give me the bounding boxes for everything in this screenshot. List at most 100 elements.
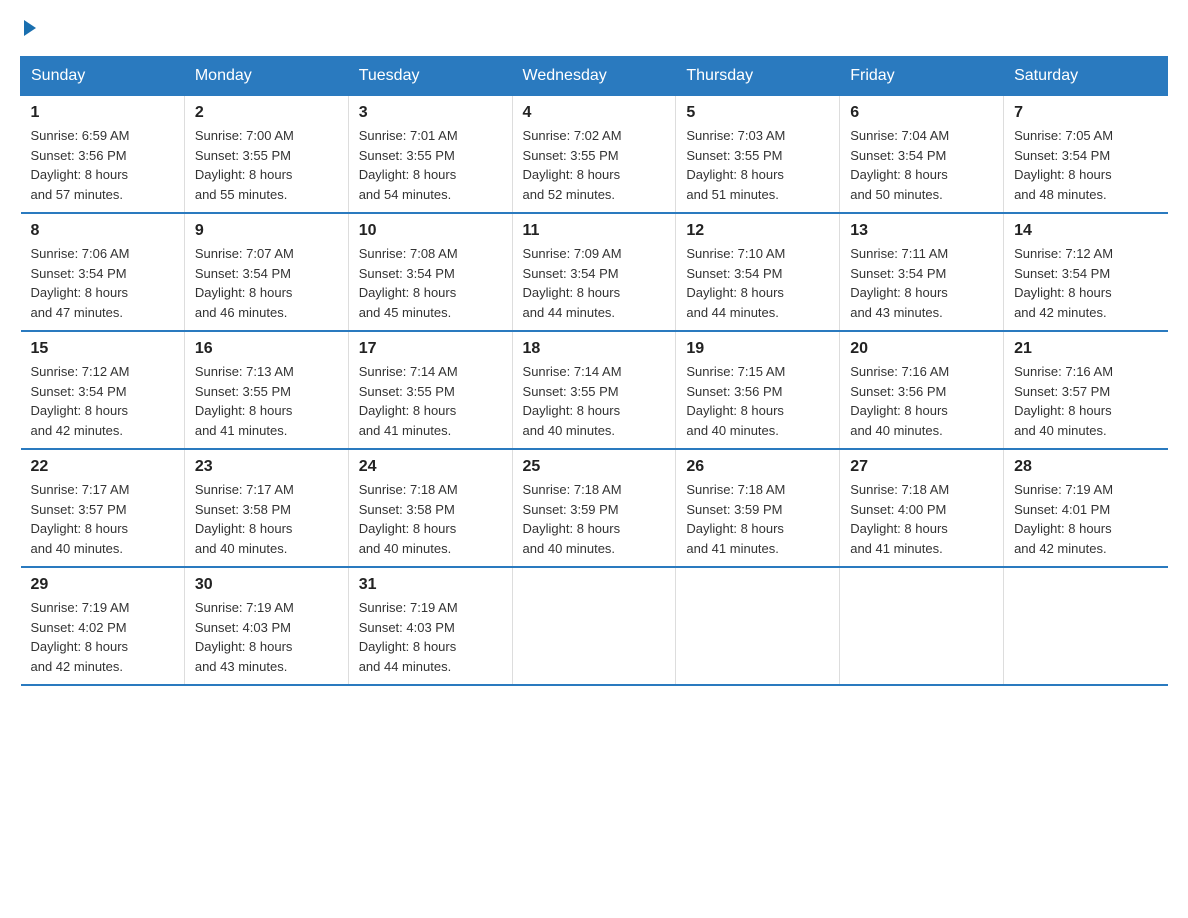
day-cell: 13 Sunrise: 7:11 AM Sunset: 3:54 PM Dayl…	[840, 213, 1004, 331]
day-cell: 18 Sunrise: 7:14 AM Sunset: 3:55 PM Dayl…	[512, 331, 676, 449]
day-cell	[840, 567, 1004, 685]
day-cell: 10 Sunrise: 7:08 AM Sunset: 3:54 PM Dayl…	[348, 213, 512, 331]
day-cell: 23 Sunrise: 7:17 AM Sunset: 3:58 PM Dayl…	[184, 449, 348, 567]
week-row-4: 22 Sunrise: 7:17 AM Sunset: 3:57 PM Dayl…	[21, 449, 1168, 567]
header-thursday: Thursday	[676, 57, 840, 96]
header-saturday: Saturday	[1004, 57, 1168, 96]
day-cell: 25 Sunrise: 7:18 AM Sunset: 3:59 PM Dayl…	[512, 449, 676, 567]
day-cell: 28 Sunrise: 7:19 AM Sunset: 4:01 PM Dayl…	[1004, 449, 1168, 567]
day-cell: 7 Sunrise: 7:05 AM Sunset: 3:54 PM Dayli…	[1004, 96, 1168, 214]
day-number: 5	[686, 104, 829, 122]
header-wednesday: Wednesday	[512, 57, 676, 96]
day-cell: 31 Sunrise: 7:19 AM Sunset: 4:03 PM Dayl…	[348, 567, 512, 685]
day-info: Sunrise: 7:17 AM Sunset: 3:58 PM Dayligh…	[195, 480, 338, 558]
day-info: Sunrise: 7:16 AM Sunset: 3:57 PM Dayligh…	[1014, 362, 1157, 440]
header-tuesday: Tuesday	[348, 57, 512, 96]
day-cell: 27 Sunrise: 7:18 AM Sunset: 4:00 PM Dayl…	[840, 449, 1004, 567]
day-cell: 17 Sunrise: 7:14 AM Sunset: 3:55 PM Dayl…	[348, 331, 512, 449]
day-info: Sunrise: 7:18 AM Sunset: 3:59 PM Dayligh…	[523, 480, 666, 558]
day-cell: 30 Sunrise: 7:19 AM Sunset: 4:03 PM Dayl…	[184, 567, 348, 685]
day-cell	[512, 567, 676, 685]
day-info: Sunrise: 7:12 AM Sunset: 3:54 PM Dayligh…	[1014, 244, 1157, 322]
day-cell: 16 Sunrise: 7:13 AM Sunset: 3:55 PM Dayl…	[184, 331, 348, 449]
header-monday: Monday	[184, 57, 348, 96]
day-cell: 1 Sunrise: 6:59 AM Sunset: 3:56 PM Dayli…	[21, 96, 185, 214]
logo-blue-text	[20, 20, 36, 36]
day-info: Sunrise: 7:16 AM Sunset: 3:56 PM Dayligh…	[850, 362, 993, 440]
day-info: Sunrise: 7:19 AM Sunset: 4:03 PM Dayligh…	[359, 598, 502, 676]
day-number: 26	[686, 458, 829, 476]
day-number: 12	[686, 222, 829, 240]
logo-arrow-icon	[24, 20, 36, 36]
day-number: 14	[1014, 222, 1157, 240]
day-cell: 11 Sunrise: 7:09 AM Sunset: 3:54 PM Dayl…	[512, 213, 676, 331]
day-cell: 20 Sunrise: 7:16 AM Sunset: 3:56 PM Dayl…	[840, 331, 1004, 449]
logo	[20, 20, 36, 36]
day-number: 6	[850, 104, 993, 122]
day-info: Sunrise: 7:04 AM Sunset: 3:54 PM Dayligh…	[850, 126, 993, 204]
day-cell: 26 Sunrise: 7:18 AM Sunset: 3:59 PM Dayl…	[676, 449, 840, 567]
day-info: Sunrise: 7:18 AM Sunset: 4:00 PM Dayligh…	[850, 480, 993, 558]
day-info: Sunrise: 7:18 AM Sunset: 3:59 PM Dayligh…	[686, 480, 829, 558]
day-number: 10	[359, 222, 502, 240]
day-number: 11	[523, 222, 666, 240]
day-info: Sunrise: 7:08 AM Sunset: 3:54 PM Dayligh…	[359, 244, 502, 322]
day-info: Sunrise: 7:09 AM Sunset: 3:54 PM Dayligh…	[523, 244, 666, 322]
week-row-1: 1 Sunrise: 6:59 AM Sunset: 3:56 PM Dayli…	[21, 96, 1168, 214]
day-info: Sunrise: 7:10 AM Sunset: 3:54 PM Dayligh…	[686, 244, 829, 322]
day-number: 17	[359, 340, 502, 358]
day-info: Sunrise: 7:06 AM Sunset: 3:54 PM Dayligh…	[31, 244, 174, 322]
day-info: Sunrise: 7:00 AM Sunset: 3:55 PM Dayligh…	[195, 126, 338, 204]
day-info: Sunrise: 7:03 AM Sunset: 3:55 PM Dayligh…	[686, 126, 829, 204]
day-info: Sunrise: 7:19 AM Sunset: 4:03 PM Dayligh…	[195, 598, 338, 676]
day-number: 4	[523, 104, 666, 122]
header-friday: Friday	[840, 57, 1004, 96]
page-header	[20, 20, 1168, 36]
day-number: 22	[31, 458, 174, 476]
day-number: 3	[359, 104, 502, 122]
day-number: 1	[31, 104, 174, 122]
day-info: Sunrise: 6:59 AM Sunset: 3:56 PM Dayligh…	[31, 126, 174, 204]
day-info: Sunrise: 7:01 AM Sunset: 3:55 PM Dayligh…	[359, 126, 502, 204]
day-cell	[1004, 567, 1168, 685]
day-number: 18	[523, 340, 666, 358]
day-info: Sunrise: 7:02 AM Sunset: 3:55 PM Dayligh…	[523, 126, 666, 204]
day-number: 25	[523, 458, 666, 476]
day-cell: 22 Sunrise: 7:17 AM Sunset: 3:57 PM Dayl…	[21, 449, 185, 567]
day-info: Sunrise: 7:14 AM Sunset: 3:55 PM Dayligh…	[523, 362, 666, 440]
day-number: 16	[195, 340, 338, 358]
day-number: 15	[31, 340, 174, 358]
day-number: 20	[850, 340, 993, 358]
day-number: 21	[1014, 340, 1157, 358]
day-cell: 4 Sunrise: 7:02 AM Sunset: 3:55 PM Dayli…	[512, 96, 676, 214]
day-number: 28	[1014, 458, 1157, 476]
day-number: 7	[1014, 104, 1157, 122]
day-info: Sunrise: 7:11 AM Sunset: 3:54 PM Dayligh…	[850, 244, 993, 322]
day-number: 24	[359, 458, 502, 476]
day-number: 27	[850, 458, 993, 476]
day-info: Sunrise: 7:19 AM Sunset: 4:02 PM Dayligh…	[31, 598, 174, 676]
day-number: 29	[31, 576, 174, 594]
day-cell	[676, 567, 840, 685]
day-cell: 19 Sunrise: 7:15 AM Sunset: 3:56 PM Dayl…	[676, 331, 840, 449]
calendar-header-row: SundayMondayTuesdayWednesdayThursdayFrid…	[21, 57, 1168, 96]
day-cell: 14 Sunrise: 7:12 AM Sunset: 3:54 PM Dayl…	[1004, 213, 1168, 331]
day-info: Sunrise: 7:14 AM Sunset: 3:55 PM Dayligh…	[359, 362, 502, 440]
day-number: 19	[686, 340, 829, 358]
day-cell: 12 Sunrise: 7:10 AM Sunset: 3:54 PM Dayl…	[676, 213, 840, 331]
week-row-3: 15 Sunrise: 7:12 AM Sunset: 3:54 PM Dayl…	[21, 331, 1168, 449]
day-number: 31	[359, 576, 502, 594]
day-info: Sunrise: 7:18 AM Sunset: 3:58 PM Dayligh…	[359, 480, 502, 558]
day-cell: 24 Sunrise: 7:18 AM Sunset: 3:58 PM Dayl…	[348, 449, 512, 567]
day-info: Sunrise: 7:17 AM Sunset: 3:57 PM Dayligh…	[31, 480, 174, 558]
day-info: Sunrise: 7:07 AM Sunset: 3:54 PM Dayligh…	[195, 244, 338, 322]
day-number: 8	[31, 222, 174, 240]
day-cell: 29 Sunrise: 7:19 AM Sunset: 4:02 PM Dayl…	[21, 567, 185, 685]
day-info: Sunrise: 7:13 AM Sunset: 3:55 PM Dayligh…	[195, 362, 338, 440]
day-info: Sunrise: 7:19 AM Sunset: 4:01 PM Dayligh…	[1014, 480, 1157, 558]
day-number: 13	[850, 222, 993, 240]
day-number: 9	[195, 222, 338, 240]
day-number: 23	[195, 458, 338, 476]
day-cell: 5 Sunrise: 7:03 AM Sunset: 3:55 PM Dayli…	[676, 96, 840, 214]
day-cell: 9 Sunrise: 7:07 AM Sunset: 3:54 PM Dayli…	[184, 213, 348, 331]
